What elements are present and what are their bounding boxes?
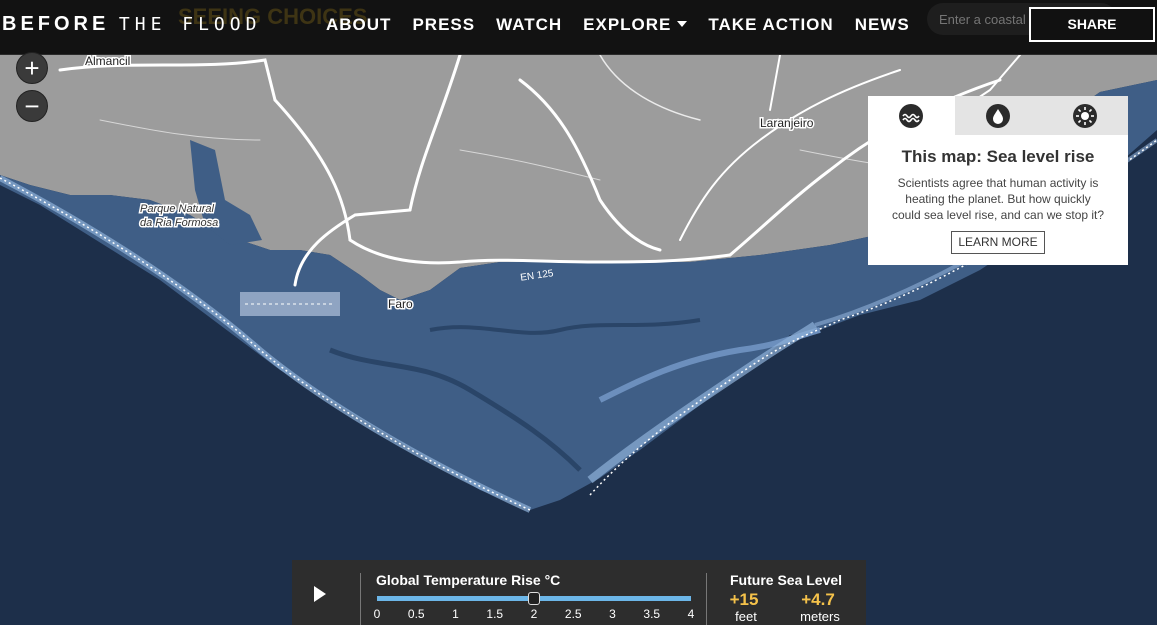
slider-tick-label: 1: [452, 607, 459, 621]
zoom-out-button[interactable]: −: [16, 90, 48, 122]
wave-icon: [899, 103, 924, 128]
slider-tick-label: 4: [687, 607, 695, 621]
tab-heat[interactable]: [1041, 96, 1129, 135]
nav-explore-label: EXPLORE: [583, 15, 672, 34]
map-label-parque-1: Parque Natural: [140, 203, 215, 215]
tab-sea-level[interactable]: [868, 96, 955, 135]
map-label-parque-2: da Ria Formosa: [140, 217, 218, 229]
panel-body-line: could sea level rise, and can we stop it…: [891, 208, 1105, 222]
nav-about[interactable]: ABOUT: [326, 15, 391, 35]
top-navigation-bar: SEEING CHOICES BEFORE THE FLOOD ABOUT PR…: [0, 0, 1157, 55]
share-button[interactable]: SHARE: [1029, 7, 1155, 42]
slider-tick-label: 2.5: [564, 607, 582, 621]
slider-tick-label: 0: [373, 607, 381, 621]
water-drop-icon: [986, 103, 1010, 128]
panel-body: Scientists agree that human activity is …: [882, 175, 1114, 223]
logo-bold-text: BEFORE: [2, 13, 110, 35]
tab-water[interactable]: [954, 96, 1042, 135]
nav-take-action[interactable]: TAKE ACTION: [708, 15, 833, 35]
play-icon[interactable]: [308, 583, 330, 605]
site-logo[interactable]: BEFORE THE FLOOD: [2, 13, 261, 36]
panel-tabs: [868, 96, 1129, 135]
feet-unit: feet: [735, 609, 757, 624]
sea-level-title: Future Sea Level: [730, 572, 843, 588]
main-nav: ABOUT PRESS WATCH EXPLORE TAKE ACTION NE…: [326, 15, 931, 35]
zoom-in-button[interactable]: +: [16, 52, 48, 84]
slider-tick-label: 2: [530, 607, 538, 621]
nav-watch[interactable]: WATCH: [496, 15, 562, 35]
temperature-slider-handle[interactable]: [528, 592, 540, 605]
slider-tick-label: 3: [609, 607, 616, 621]
learn-more-button[interactable]: LEARN MORE: [951, 231, 1045, 254]
meters-unit: meters: [800, 609, 840, 624]
feet-value: +15: [729, 590, 759, 609]
panel-body-line: heating the planet. But how quickly: [905, 192, 1091, 206]
panel-body-line: Scientists agree that human activity is: [897, 176, 1099, 190]
map-label-laranjeiro: Laranjeiro: [760, 116, 814, 130]
map-label-faro: Faro: [388, 297, 413, 311]
sun-icon: [1072, 103, 1097, 128]
divider: [706, 573, 707, 625]
slider-tick-label: 1.5: [486, 607, 504, 621]
map-label-almancil: Almancil: [85, 54, 130, 68]
slider-tick-label: 3.5: [643, 607, 661, 621]
nav-news[interactable]: NEWS: [855, 15, 910, 35]
logo-thin-text: THE FLOOD: [118, 14, 262, 35]
info-panel: This map: Sea level rise Scientists agre…: [868, 96, 1129, 265]
sea-level-control: Global Temperature Rise °C 0 0.5 1 1.5 2 2.5 3…: [292, 560, 866, 625]
sea-level-map[interactable]: Almancil Laranjeiro Parque Natural da Ri…: [0, 0, 1157, 625]
caret-down-icon: [677, 21, 688, 27]
panel-title: This map: Sea level rise: [901, 147, 1095, 166]
meters-value: +4.7: [801, 590, 835, 609]
slider-title: Global Temperature Rise °C: [376, 572, 561, 588]
nav-explore[interactable]: EXPLORE: [583, 15, 688, 35]
slider-tick-label: 0.5: [407, 607, 425, 621]
nav-press[interactable]: PRESS: [412, 15, 475, 35]
divider: [360, 573, 361, 625]
